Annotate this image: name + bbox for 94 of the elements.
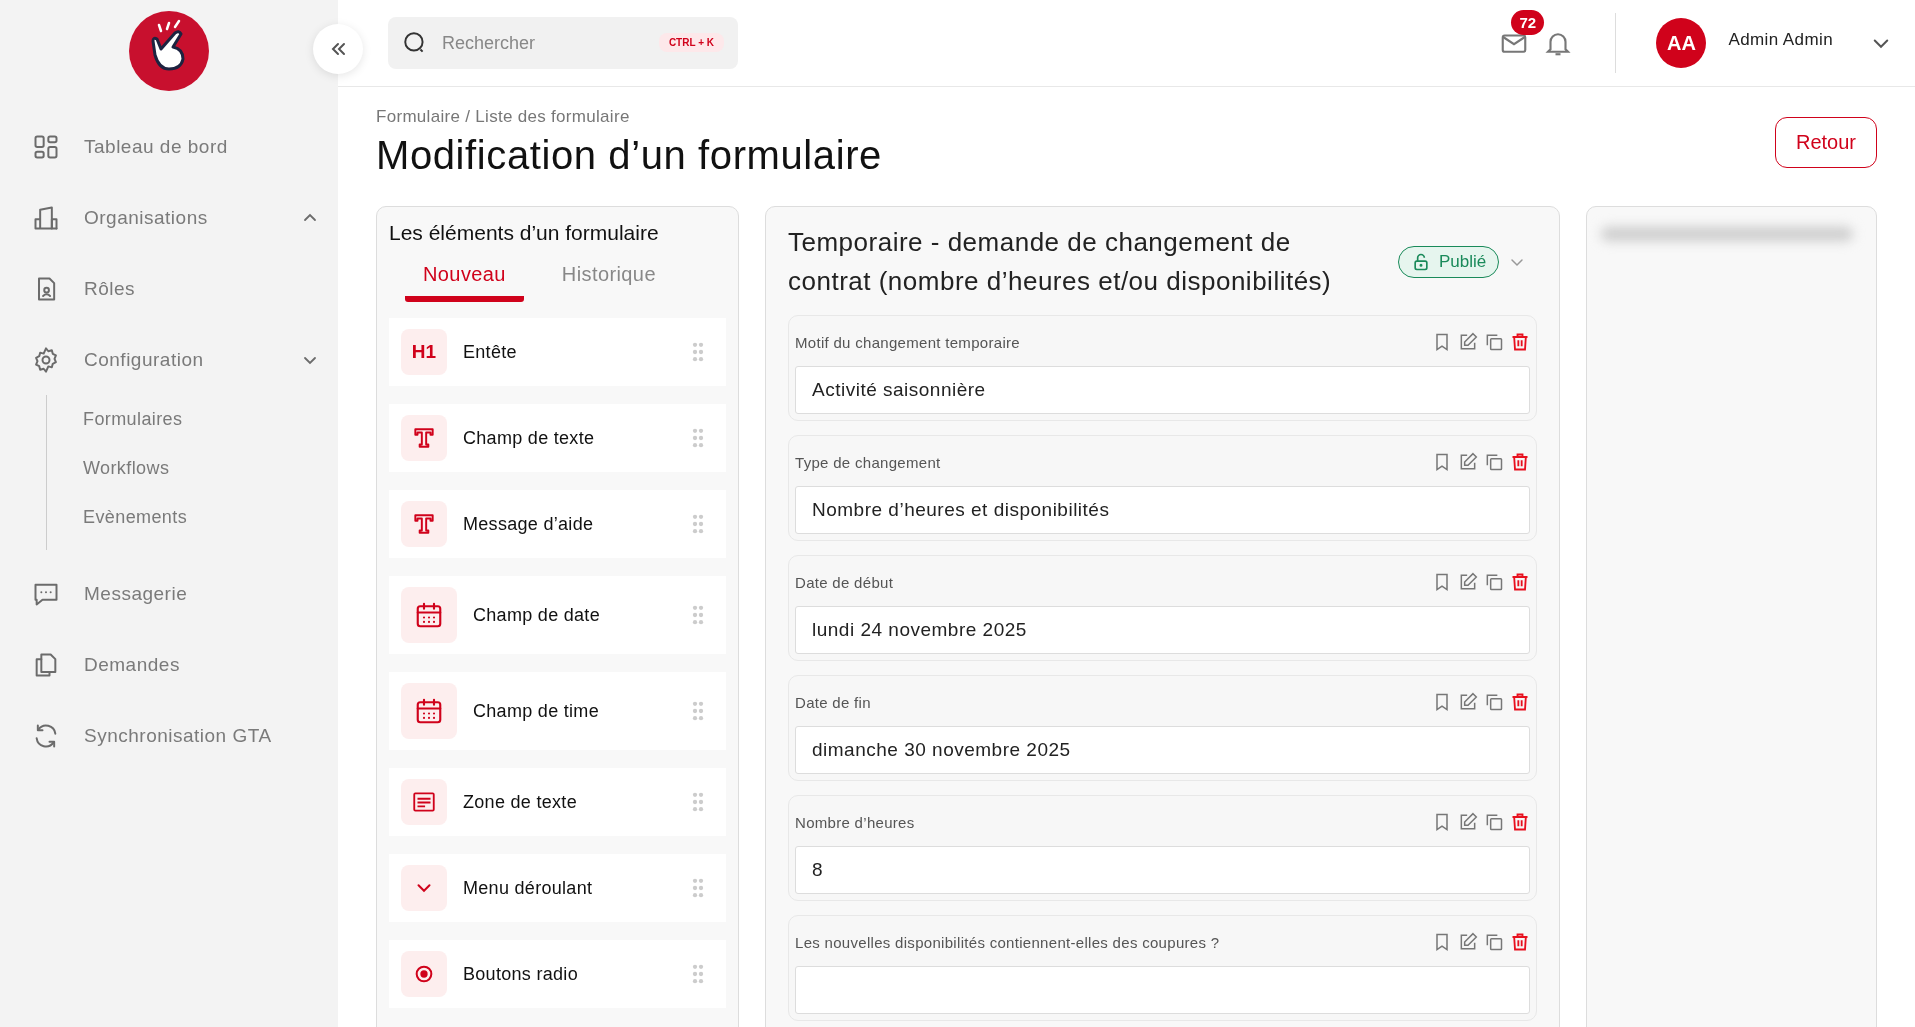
nav-item[interactable]: Organisations [32,182,320,253]
element-label: Message d’aide [463,513,595,535]
field-label: Nombre d’heures [795,813,915,831]
calendar-icon [414,600,444,630]
collapse-button[interactable] [313,24,363,74]
drag-handle-icon[interactable] [692,964,704,984]
drag-handle-icon[interactable] [692,514,704,534]
delete-icon[interactable] [1510,452,1530,472]
tab[interactable]: Historique [543,259,674,302]
nav-label: Synchronisation GTA [84,724,273,747]
element-item[interactable]: Champ de texte [389,404,726,472]
form-title: Temporaire - demande de changement de contrat (nombre d’heures et/ou disponibilités) [788,226,1333,298]
input-field[interactable] [795,966,1530,1014]
heading-icon: H1 [411,341,437,363]
input-field[interactable]: 8 [795,846,1530,894]
text-lines-icon [411,789,437,815]
nav-item[interactable]: Configuration [32,324,320,395]
edit-icon[interactable] [1458,452,1478,472]
delete-icon[interactable] [1510,932,1530,952]
input-field[interactable]: Activité saisonnière [795,366,1530,414]
edit-icon[interactable] [1458,332,1478,352]
nav-item[interactable]: Messagerie [32,558,320,629]
element-label: Champ de time [473,700,600,722]
back-button[interactable]: Retour [1774,117,1877,168]
element-label: Menu déroulant [463,877,594,899]
drag-handle-icon[interactable] [692,605,704,625]
edit-icon[interactable] [1458,572,1478,592]
element-item[interactable]: Menu déroulant [389,854,726,922]
unlock-icon [1411,252,1431,272]
field-label: Type de changement [795,453,941,471]
field-label: Date de début [795,573,894,591]
element-item[interactable]: Boutons radio [389,940,726,1008]
notification-badge: 72 [1511,10,1545,35]
nav-item[interactable]: Tableau de bord [32,111,320,182]
element-label: Boutons radio [463,963,579,985]
page-title: Modification d’un formulaire [376,133,882,178]
element-item[interactable]: Champ de time [389,672,726,750]
copy-icon[interactable] [1484,812,1504,832]
nav-label: Organisations [84,206,209,229]
text-icon [411,511,437,537]
element-label: Champ de texte [463,427,596,449]
element-item[interactable]: H1 Entête [389,318,726,386]
logo-hand-icon [129,11,209,91]
nav-label: Demandes [84,653,181,676]
copy-icon[interactable] [1484,932,1504,952]
nav-label: Rôles [84,277,137,300]
field-label: Date de fin [795,693,871,711]
drag-handle-icon[interactable] [692,701,704,721]
nav-label: Messagerie [84,582,189,605]
copy-icon[interactable] [1484,572,1504,592]
tab[interactable]: Nouveau [405,259,524,302]
status-pill[interactable]: Publié [1398,246,1500,278]
nav-item[interactable]: Synchronisation GTA [32,700,320,771]
user-name[interactable]: Admin Admin [1728,30,1833,50]
input-field[interactable]: lundi 24 novembre 2025 [795,606,1530,654]
edit-icon[interactable] [1458,932,1478,952]
text-icon [411,425,437,451]
sub-nav-item[interactable]: Formulaires [47,395,183,444]
element-item[interactable]: Zone de texte [389,768,726,836]
drag-handle-icon[interactable] [692,342,704,362]
drag-handle-icon[interactable] [692,792,704,812]
delete-icon[interactable] [1510,572,1530,592]
settings-icon [32,345,60,374]
input-field[interactable]: dimanche 30 novembre 2025 [795,726,1530,774]
nav-label: Tableau de bord [84,135,229,158]
element-item[interactable]: Message d’aide [389,490,726,558]
element-label: Entête [463,341,518,363]
shortcut-badge: CTRL + K [658,33,724,52]
delete-icon[interactable] [1510,332,1530,352]
element-label: Champ de date [473,604,601,626]
delete-icon[interactable] [1510,692,1530,712]
sub-nav-item[interactable]: Evènements [47,493,188,542]
avatar[interactable]: AA [1656,18,1707,68]
nav-item[interactable]: Demandes [32,629,320,700]
panel-title: Les éléments d’un formulaire [389,221,660,245]
nav-item[interactable]: Rôles [32,253,320,324]
copy-icon[interactable] [1484,332,1504,352]
input-field[interactable]: Nombre d’heures et disponibilités [795,486,1530,534]
drag-handle-icon[interactable] [692,878,704,898]
copy-icon[interactable] [1484,452,1504,472]
element-label: Zone de texte [463,791,578,813]
field-label: Les nouvelles disponibilités contiennent-elles des coupures ? [795,933,1220,951]
calendar-icon [414,696,444,726]
copy-icon[interactable] [1484,692,1504,712]
breadcrumb: Formulaire / Liste des formulaire [376,107,631,127]
drag-handle-icon[interactable] [692,428,704,448]
delete-icon[interactable] [1510,812,1530,832]
edit-icon[interactable] [1458,692,1478,712]
nav-label: Configuration [84,348,205,371]
element-item[interactable]: Champ de date [389,576,726,654]
radio-icon [413,963,435,985]
field-label: Motif du changement temporaire [795,333,1020,351]
edit-icon[interactable] [1458,812,1478,832]
sub-nav-item[interactable]: Workflows [47,444,170,493]
